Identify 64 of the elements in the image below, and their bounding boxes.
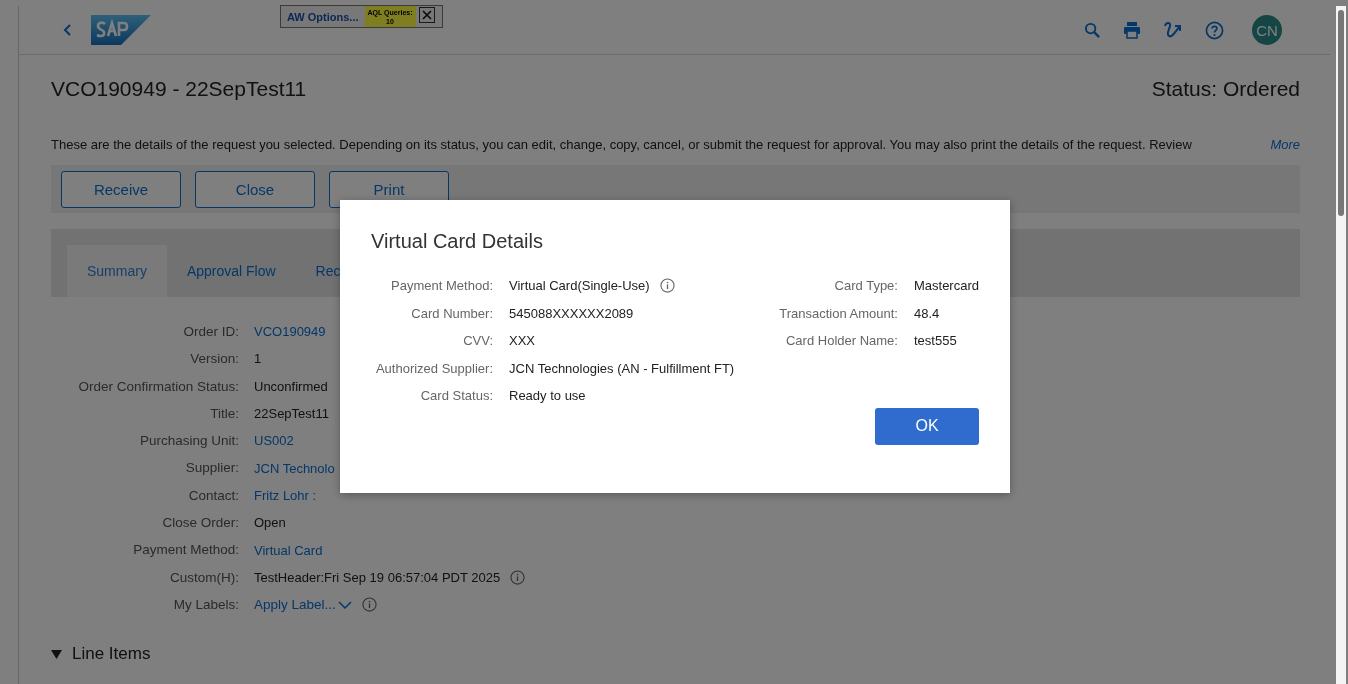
logo [91,15,151,45]
tab[interactable]: Approval Flow [166,245,296,297]
field-label: Purchasing Unit: [138,432,239,451]
field-label: Title: [209,404,239,423]
field-label: My Labels: [172,595,239,614]
scrollbar[interactable] [1336,6,1346,684]
field-label: Contact: [187,486,239,505]
page-title: VCO190949 - 22SepTest11 [51,77,307,101]
field-link[interactable]: US002 [254,433,294,449]
aw-options-link[interactable]: AW Options... [281,6,365,27]
tab[interactable]: Summary [67,245,167,297]
detail-label: Authorized Supplier: [374,359,493,378]
field-label: Order ID: [182,323,239,341]
field-label: Version: [189,350,239,369]
detail-label: CVV: [462,332,493,350]
detail-label: Card Type: [833,277,898,295]
section-title: Line Items [72,644,151,665]
detail-label: Card Holder Name: [784,332,898,350]
squiggle-arrow-icon[interactable] [1163,21,1183,39]
detail-value: JCN Technologies (AN - Fulfillment FT) [509,360,735,376]
field-value: 22SepTest11 [254,406,329,422]
detail-value: Mastercard [913,278,979,294]
more-link[interactable]: More [1270,136,1300,152]
field-value: Unconfirmed [254,378,328,394]
field-value: 1 [254,351,262,367]
search-icon[interactable] [1084,21,1101,39]
description-text: These are the details of the request you selected. Depending on its status, you can edit, change, copy, cancel, or submit the request for approval. You may also print the details of the request. Review [51,136,1192,152]
field-label: Custom(H): [169,568,239,587]
field-label: Close Order: [161,514,239,533]
field-link[interactable]: Fritz Lohr : [254,487,317,503]
back-icon[interactable] [63,23,73,37]
detail-value: XXX [509,333,535,349]
help-icon[interactable] [1205,20,1224,40]
info-icon[interactable] [510,569,526,585]
detail-value: Virtual Card(Single-Use) [509,278,650,294]
detail-label: Card Status: [419,387,493,405]
info-icon[interactable] [659,278,675,294]
field-label: Supplier: [184,459,239,478]
status-text: Status: Ordered [1151,77,1300,101]
detail-value: 545088XXXXXX2089 [509,305,634,321]
field-link[interactable]: JCN Technolo [254,460,335,476]
field-value: TestHeader:Fri Sep 19 06:57:04 PDT 2025 [254,569,501,585]
detail-value: test555 [913,333,957,349]
field-value: Open [254,515,286,531]
action-button[interactable]: Receive [61,170,181,208]
close-icon[interactable] [418,7,435,23]
info-icon[interactable] [361,597,377,613]
field-link[interactable]: Virtual Card [254,542,323,558]
caret-icon[interactable] [51,649,62,659]
field-label: Order Confirmation Status: [77,377,239,396]
user-avatar[interactable]: CN [1252,15,1282,45]
action-button[interactable]: Close [195,170,315,208]
field-label: Payment Method: [132,541,239,560]
detail-label: Transaction Amount: [778,304,898,323]
ok-button[interactable]: OK [875,407,979,445]
dialog-title: Virtual Card Details [371,230,544,253]
detail-value: 48.4 [913,305,940,321]
detail-label: Payment Method: [390,277,493,295]
field-link[interactable]: VCO190949 [254,324,326,340]
detail-label: Card Number: [410,304,493,323]
labels-dropdown[interactable]: Apply Label... [254,597,352,613]
printer-icon[interactable] [1123,21,1141,39]
chevron-down-icon[interactable] [337,599,352,610]
detail-value: Ready to use [509,388,586,404]
